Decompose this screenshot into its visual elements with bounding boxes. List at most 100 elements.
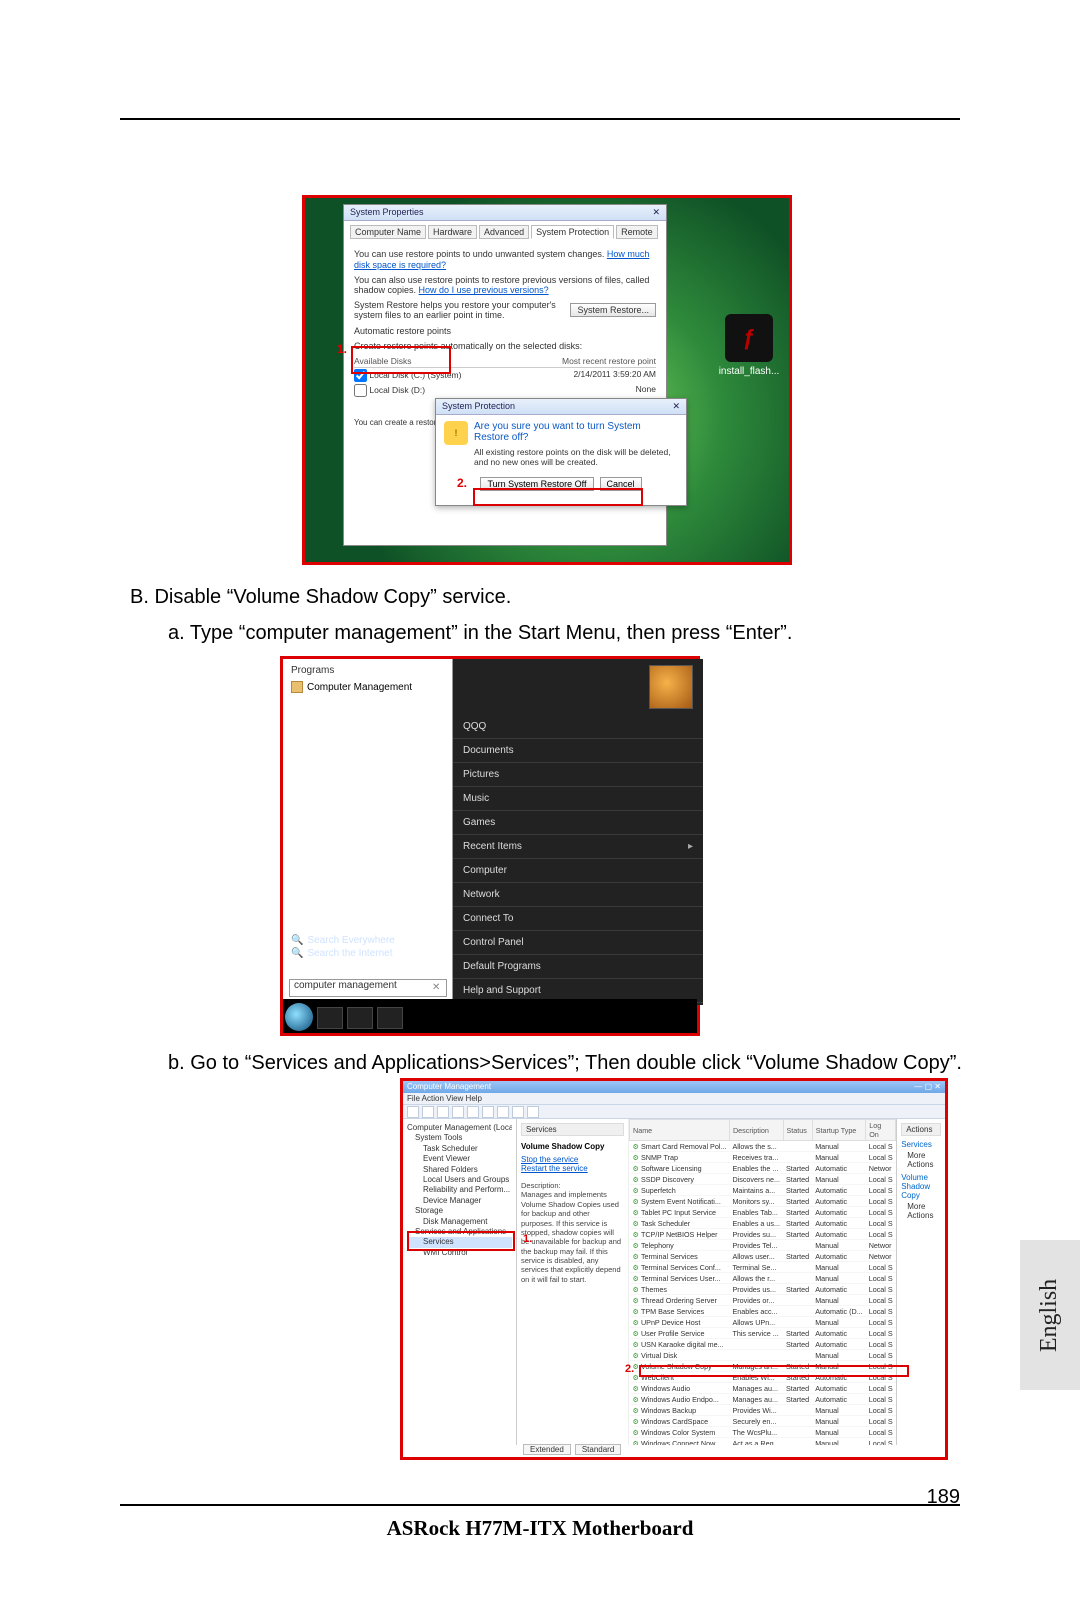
start-right-item[interactable]: Network (453, 883, 703, 907)
service-row[interactable]: ⚙ThemesProvides us...StartedAutomaticLoc… (630, 1284, 896, 1295)
toolbar-button[interactable] (437, 1106, 449, 1118)
tree-node[interactable]: Shared Folders (407, 1165, 512, 1175)
sysprop-link2[interactable]: How do I use previous versions? (419, 285, 549, 295)
close-icon[interactable]: ✕ (672, 401, 680, 412)
service-row[interactable]: ⚙Virtual DiskManualLocal S (630, 1350, 896, 1361)
start-menu-search-box[interactable]: computer management ✕ (289, 979, 447, 997)
close-icon[interactable]: ✕ (652, 207, 660, 218)
system-restore-button[interactable]: System Restore... (570, 303, 656, 317)
service-row[interactable]: ⚙TCP/IP NetBIOS HelperProvides su...Star… (630, 1229, 896, 1240)
taskbar-item[interactable] (377, 1007, 403, 1029)
service-row[interactable]: ⚙SSDP DiscoveryDiscovers ne...StartedMan… (630, 1174, 896, 1185)
toolbar-button[interactable] (407, 1106, 419, 1118)
user-picture[interactable] (649, 665, 693, 709)
service-row[interactable]: ⚙User Profile ServiceThis service ...Sta… (630, 1328, 896, 1339)
services-list[interactable]: NameDescriptionStatusStartup TypeLog On … (629, 1119, 896, 1445)
service-row[interactable]: ⚙TelephonyProvides Tel...ManualNetwor (630, 1240, 896, 1251)
service-row[interactable]: ⚙System Event Notificati...Monitors sy..… (630, 1196, 896, 1207)
tree-node[interactable]: Local Users and Groups (407, 1175, 512, 1185)
service-row[interactable]: ⚙TPM Base ServicesEnables acc...Automati… (630, 1306, 896, 1317)
start-right-item[interactable]: Recent Items▸ (453, 835, 703, 859)
program-item-computer-management[interactable]: Computer Management (283, 678, 452, 696)
toolbar-button[interactable] (452, 1106, 464, 1118)
start-right-item[interactable]: Pictures (453, 763, 703, 787)
tab-system-protection[interactable]: System Protection (531, 225, 614, 239)
cm-tree[interactable]: Computer Management (Local)System ToolsT… (403, 1119, 517, 1445)
start-right-item[interactable]: Documents (453, 739, 703, 763)
service-row[interactable]: ⚙Task SchedulerEnables a us...StartedAut… (630, 1218, 896, 1229)
services-column-header[interactable]: Name (630, 1120, 730, 1141)
toolbar-button[interactable] (482, 1106, 494, 1118)
disks-col-recent: Most recent restore point (562, 356, 656, 366)
search-internet-link[interactable]: 🔍Search the Internet (291, 948, 395, 959)
toolbar-button[interactable] (422, 1106, 434, 1118)
service-row[interactable]: ⚙Terminal ServicesAllows user...StartedA… (630, 1251, 896, 1262)
service-row[interactable]: ⚙Windows Connect Now...Act as a Reg...Ma… (630, 1438, 896, 1446)
actions-more-2[interactable]: More Actions (901, 1202, 941, 1220)
footer-title: ASRock H77M-ITX Motherboard (0, 1516, 1080, 1541)
service-row[interactable]: ⚙Software LicensingEnables the ...Starte… (630, 1163, 896, 1174)
tab-advanced[interactable]: Advanced (479, 225, 529, 239)
window-controls[interactable]: — ▢ ✕ (914, 1082, 941, 1092)
services-column-header[interactable]: Description (729, 1120, 783, 1141)
actions-header: Actions (901, 1123, 941, 1136)
tree-node[interactable]: Task Scheduler (407, 1144, 512, 1154)
service-row[interactable]: ⚙SuperfetchMaintains a...StartedAutomati… (630, 1185, 896, 1196)
services-column-header[interactable]: Log On (866, 1120, 896, 1141)
gear-icon: ⚙ (633, 1395, 639, 1404)
toolbar-button[interactable] (512, 1106, 524, 1118)
start-right-item[interactable]: Computer (453, 859, 703, 883)
tree-node[interactable]: Device Manager (407, 1196, 512, 1206)
callout-2-box (473, 488, 643, 506)
services-column-header[interactable]: Startup Type (812, 1120, 866, 1141)
service-row[interactable]: ⚙SNMP TrapReceives tra...ManualLocal S (630, 1152, 896, 1163)
service-row[interactable]: ⚙UPnP Device HostAllows UPn...ManualLoca… (630, 1317, 896, 1328)
gear-icon: ⚙ (633, 1241, 639, 1250)
tree-node[interactable]: System Tools (407, 1133, 512, 1143)
tree-node[interactable]: Event Viewer (407, 1154, 512, 1164)
taskbar-item[interactable] (317, 1007, 343, 1029)
start-right-item[interactable]: Default Programs (453, 955, 703, 979)
tab-remote[interactable]: Remote (616, 225, 658, 239)
service-row[interactable]: ⚙Tablet PC Input ServiceEnables Tab...St… (630, 1207, 896, 1218)
service-row[interactable]: ⚙Windows Color SystemThe WcsPlu...Manual… (630, 1427, 896, 1438)
taskbar-item[interactable] (347, 1007, 373, 1029)
start-right-item[interactable]: Music (453, 787, 703, 811)
actions-more-1[interactable]: More Actions (901, 1151, 941, 1169)
flash-installer-icon: ƒ (725, 314, 773, 362)
service-row[interactable]: ⚙Windows CardSpaceSecurely en...ManualLo… (630, 1416, 896, 1427)
service-row[interactable]: ⚙Terminal Services User...Allows the r..… (630, 1273, 896, 1284)
tab-computer-name[interactable]: Computer Name (350, 225, 426, 239)
start-right-item[interactable]: Control Panel (453, 931, 703, 955)
service-row[interactable]: ⚙Terminal Services Conf...Terminal Se...… (630, 1262, 896, 1273)
start-right-item[interactable]: Games (453, 811, 703, 835)
tab-extended[interactable]: Extended (523, 1444, 571, 1455)
gear-icon: ⚙ (633, 1208, 639, 1217)
service-row[interactable]: ⚙Thread Ordering ServerProvides or...Man… (630, 1295, 896, 1306)
search-everywhere-link[interactable]: 🔍Search Everywhere (291, 935, 395, 946)
cm-menubar[interactable]: File Action View Help (403, 1093, 945, 1105)
gear-icon: ⚙ (633, 1296, 639, 1305)
start-right-item[interactable]: Connect To (453, 907, 703, 931)
service-row[interactable]: ⚙Smart Card Removal Pol...Allows the s..… (630, 1141, 896, 1152)
gear-icon: ⚙ (633, 1439, 639, 1446)
toolbar-button[interactable] (467, 1106, 479, 1118)
tree-node[interactable]: Reliability and Perform... (407, 1185, 512, 1195)
tree-node[interactable]: Storage (407, 1206, 512, 1216)
start-button[interactable] (285, 1003, 313, 1031)
start-right-item[interactable]: QQQ (453, 715, 703, 739)
disk-d-checkbox[interactable] (354, 384, 367, 397)
restart-service-link[interactable]: Restart the service (521, 1164, 624, 1173)
toolbar-button[interactable] (527, 1106, 539, 1118)
tree-node[interactable]: Computer Management (Local) (407, 1123, 512, 1133)
toolbar-button[interactable] (497, 1106, 509, 1118)
service-row[interactable]: ⚙Windows AudioManages au...StartedAutoma… (630, 1383, 896, 1394)
tree-node[interactable]: Disk Management (407, 1217, 512, 1227)
tab-standard[interactable]: Standard (575, 1444, 621, 1455)
services-column-header[interactable]: Status (783, 1120, 812, 1141)
service-row[interactable]: ⚙Windows BackupProvides Wi...ManualLocal… (630, 1405, 896, 1416)
service-row[interactable]: ⚙Windows Audio Endpo...Manages au...Star… (630, 1394, 896, 1405)
stop-service-link[interactable]: Stop the service (521, 1155, 624, 1164)
tab-hardware[interactable]: Hardware (428, 225, 477, 239)
service-row[interactable]: ⚙USN Karaoke digital me...StartedAutomat… (630, 1339, 896, 1350)
